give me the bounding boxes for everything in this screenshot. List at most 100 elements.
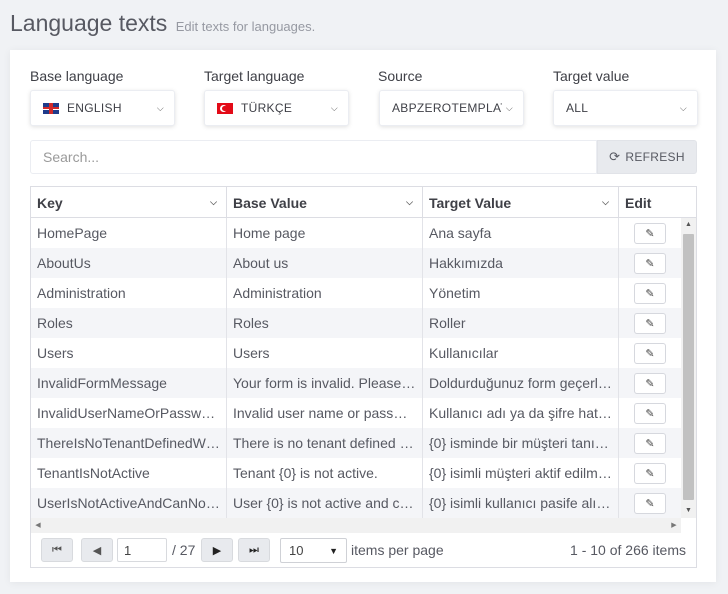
cell-target-value: {0} isimli kullanıcı pasife alınmış. xyxy=(423,488,619,518)
cell-key: Users xyxy=(31,338,227,368)
table-row: UserIsNotActiveAndCanNotLogin User {0} i… xyxy=(31,488,681,518)
first-page-icon: ⏮ xyxy=(52,543,62,556)
cell-target-value: Yönetim xyxy=(423,278,619,308)
cell-base-value: There is no tenant defined with name {0} xyxy=(227,428,423,458)
cell-target-value: {0} isimli müşteri aktif edilmemiş. xyxy=(423,458,619,488)
source-select[interactable]: ABPZEROTEMPLATE ⌵ xyxy=(379,90,524,126)
cell-key: AboutUs xyxy=(31,248,227,278)
table-row: HomePage Home page Ana sayfa ✎ xyxy=(31,218,681,248)
horizontal-scrollbar[interactable]: ◀ ▶ xyxy=(31,518,681,533)
chevron-down-icon: ⌵ xyxy=(505,102,513,113)
table-row: AboutUs About us Hakkımızda ✎ xyxy=(31,248,681,278)
column-header-key[interactable]: Key ⌵ xyxy=(31,187,227,218)
cell-base-value: Tenant {0} is not active. xyxy=(227,458,423,488)
cell-base-value: Administration xyxy=(227,278,423,308)
cell-base-value: User {0} is not active and can not log i… xyxy=(227,488,423,518)
target-language-value: TÜRKÇE xyxy=(241,101,293,115)
cell-base-value: Your form is invalid. Please check and c… xyxy=(227,368,423,398)
base-language-value: ENGLISH xyxy=(67,101,122,115)
tr-flag-icon xyxy=(217,102,233,114)
first-page-button[interactable]: ⏮ xyxy=(41,538,73,562)
language-texts-grid: Key ⌵ Base Value ⌵ Target Value ⌵ Edit H… xyxy=(30,186,697,568)
cell-key: InvalidUserNameOrPassword xyxy=(31,398,227,428)
search-input[interactable] xyxy=(30,140,597,174)
items-per-page-label: items per page xyxy=(351,542,444,558)
cell-base-value: Roles xyxy=(227,308,423,338)
cell-key: UserIsNotActiveAndCanNotLogin xyxy=(31,488,227,518)
cell-target-value: {0} isminde bir müşteri tanımlı değil xyxy=(423,428,619,458)
cell-target-value: Ana sayfa xyxy=(423,218,619,248)
edit-icon: ✎ xyxy=(645,348,655,360)
column-header-target-value[interactable]: Target Value ⌵ xyxy=(423,187,619,218)
chevron-down-icon[interactable]: ⌵ xyxy=(602,197,609,208)
edit-button[interactable]: ✎ xyxy=(634,463,666,484)
chevron-down-icon: ⌵ xyxy=(330,102,338,113)
page-title: Language texts xyxy=(10,10,168,36)
edit-button[interactable]: ✎ xyxy=(634,343,666,364)
table-row: Roles Roles Roller ✎ xyxy=(31,308,681,338)
scroll-up-arrow-icon[interactable]: ▲ xyxy=(681,218,696,232)
cell-target-value: Kullanıcılar xyxy=(423,338,619,368)
cell-base-value: About us xyxy=(227,248,423,278)
cell-key: TenantIsNotActive xyxy=(31,458,227,488)
edit-button[interactable]: ✎ xyxy=(634,373,666,394)
page-number-input[interactable] xyxy=(117,538,167,562)
chevron-down-icon: ▼ xyxy=(329,545,338,556)
edit-button[interactable]: ✎ xyxy=(634,253,666,274)
cell-key: ThereIsNoTenantDefinedWithName{0} xyxy=(31,428,227,458)
table-row: TenantIsNotActive Tenant {0} is not acti… xyxy=(31,458,681,488)
previous-page-button[interactable]: ◀ xyxy=(81,538,113,562)
cell-base-value: Users xyxy=(227,338,423,368)
gb-flag-icon xyxy=(43,102,59,114)
cell-key: Administration xyxy=(31,278,227,308)
source-value: ABPZEROTEMPLATE xyxy=(392,101,502,115)
edit-icon: ✎ xyxy=(645,288,655,300)
pager-info: 1 - 10 of 266 items xyxy=(570,542,686,558)
chevron-down-icon: ⌵ xyxy=(679,102,687,113)
page-size-select[interactable]: 10 ▼ xyxy=(280,538,347,563)
next-page-icon: ▶ xyxy=(212,544,222,557)
cell-base-value: Home page xyxy=(227,218,423,248)
page-subtitle: Edit texts for languages. xyxy=(175,19,316,34)
cell-key: Roles xyxy=(31,308,227,338)
edit-icon: ✎ xyxy=(645,318,655,330)
grid-header: Key ⌵ Base Value ⌵ Target Value ⌵ Edit xyxy=(31,187,696,218)
edit-button[interactable]: ✎ xyxy=(634,223,666,244)
total-pages: / 27 xyxy=(172,542,196,558)
edit-icon: ✎ xyxy=(645,408,655,420)
scrollbar-thumb[interactable] xyxy=(683,234,694,500)
edit-icon: ✎ xyxy=(645,438,655,450)
scroll-right-arrow-icon[interactable]: ▶ xyxy=(667,518,681,533)
scroll-left-arrow-icon[interactable]: ◀ xyxy=(31,518,45,533)
base-language-label: Base language xyxy=(30,68,124,84)
edit-button[interactable]: ✎ xyxy=(634,403,666,424)
edit-button[interactable]: ✎ xyxy=(634,313,666,334)
chevron-down-icon[interactable]: ⌵ xyxy=(210,197,217,208)
edit-button[interactable]: ✎ xyxy=(634,283,666,304)
grid-body: HomePage Home page Ana sayfa ✎ AboutUs A… xyxy=(31,218,681,518)
edit-button[interactable]: ✎ xyxy=(634,433,666,454)
page-size-value: 10 xyxy=(289,543,304,558)
column-header-base-value[interactable]: Base Value ⌵ xyxy=(227,187,423,218)
cell-target-value: Doldurduğunuz form geçerli değil. xyxy=(423,368,619,398)
edit-icon: ✎ xyxy=(645,258,655,270)
next-page-button[interactable]: ▶ xyxy=(201,538,233,562)
edit-icon: ✎ xyxy=(645,498,655,510)
last-page-icon: ⏭ xyxy=(249,543,259,556)
previous-page-icon: ◀ xyxy=(92,544,102,557)
last-page-button[interactable]: ⏭ xyxy=(238,538,270,562)
refresh-button[interactable]: ⟳ REFRESH xyxy=(597,140,697,174)
target-value-select[interactable]: ALL ⌵ xyxy=(553,90,698,126)
edit-button[interactable]: ✎ xyxy=(634,493,666,514)
edit-icon: ✎ xyxy=(645,378,655,390)
chevron-down-icon: ⌵ xyxy=(156,102,164,113)
target-language-select[interactable]: TÜRKÇE ⌵ xyxy=(204,90,349,126)
vertical-scrollbar[interactable]: ▲ ▼ xyxy=(681,218,696,518)
table-row: ThereIsNoTenantDefinedWithName{0} There … xyxy=(31,428,681,458)
page-header: Language texts Edit texts for languages. xyxy=(10,10,315,40)
table-row: InvalidFormMessage Your form is invalid.… xyxy=(31,368,681,398)
scroll-down-arrow-icon[interactable]: ▼ xyxy=(681,504,696,518)
base-language-select[interactable]: ENGLISH ⌵ xyxy=(30,90,175,126)
chevron-down-icon[interactable]: ⌵ xyxy=(406,197,413,208)
source-label: Source xyxy=(378,68,423,84)
